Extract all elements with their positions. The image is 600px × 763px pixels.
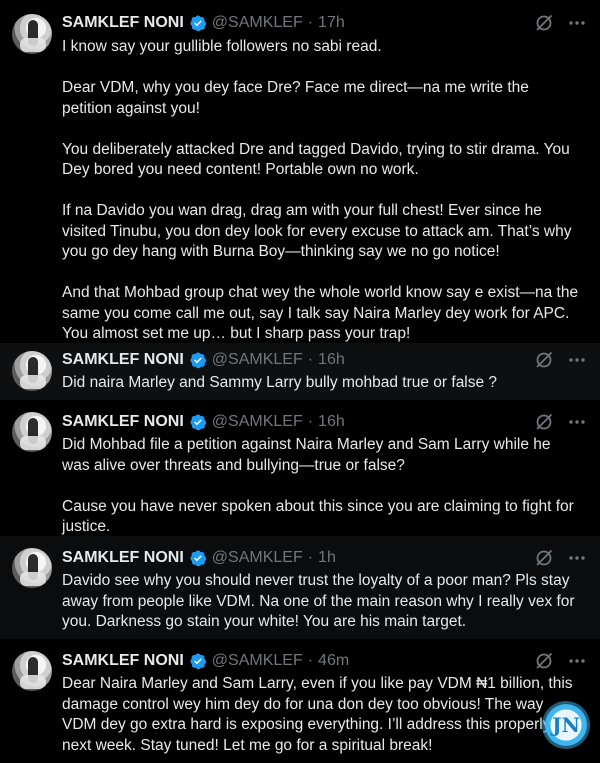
author-name[interactable]: SAMKLEF NONI — [62, 549, 184, 567]
tweet-paragraph: You deliberately attacked Dre and tagged… — [62, 140, 570, 179]
verified-badge-icon — [190, 352, 207, 369]
separator-dot: · — [307, 14, 314, 31]
verified-badge-icon — [190, 550, 207, 567]
grok-icon[interactable] — [534, 350, 554, 370]
verified-badge-icon — [190, 414, 207, 431]
author-handle[interactable]: @SAMKLEF — [212, 351, 303, 369]
tweet-text: Davido see why you should never trust th… — [62, 571, 580, 633]
separator-dot: · — [307, 652, 314, 669]
author-name[interactable]: SAMKLEF NONI — [62, 351, 184, 369]
tweet-header: SAMKLEF NONI @SAMKLEF · 1h — [62, 548, 336, 568]
tweet-time[interactable]: 16h — [318, 413, 345, 431]
author-name[interactable]: SAMKLEF NONI — [62, 652, 184, 670]
author-handle[interactable]: @SAMKLEF — [212, 413, 303, 431]
avatar[interactable] — [12, 412, 52, 452]
tweet[interactable]: SAMKLEF NONI @SAMKLEF · 1h Davido see wh… — [0, 536, 600, 639]
author-handle[interactable]: @SAMKLEF — [212, 549, 303, 567]
tweet-paragraph: Did Mohbad file a petition against Naira… — [62, 436, 551, 474]
more-icon[interactable] — [568, 412, 586, 432]
tweet[interactable]: SAMKLEF NONI @SAMKLEF · 46m Dear Naira M… — [0, 639, 600, 763]
tweet-paragraph: Dear Naira Marley and Sam Larry, even if… — [62, 675, 573, 754]
more-icon[interactable] — [568, 350, 586, 370]
tweet[interactable]: SAMKLEF NONI @SAMKLEF · 17h I know say y… — [0, 0, 600, 343]
watermark-logo: JN — [545, 704, 587, 746]
verified-badge-icon — [190, 15, 207, 32]
avatar[interactable] — [12, 651, 52, 691]
grok-icon[interactable] — [534, 548, 554, 568]
tweet-time[interactable]: 16h — [318, 351, 345, 369]
author-name[interactable]: SAMKLEF NONI — [62, 14, 184, 32]
tweet-paragraph: Did naira Marley and Sammy Larry bully m… — [62, 374, 498, 391]
tweet[interactable]: SAMKLEF NONI @SAMKLEF · 16h Did Mohbad f… — [0, 400, 600, 536]
tweet-paragraph: I know say your gullible followers no sa… — [62, 38, 382, 55]
more-icon[interactable] — [568, 13, 586, 33]
tweet-header: SAMKLEF NONI @SAMKLEF · 17h — [62, 13, 345, 33]
tweet-time[interactable]: 1h — [318, 549, 336, 567]
avatar[interactable] — [12, 351, 52, 391]
tweet-paragraph: And that Mohbad group chat wey the whole… — [62, 284, 579, 342]
tweet-text: Dear Naira Marley and Sam Larry, even if… — [62, 674, 580, 756]
tweet-text: Did naira Marley and Sammy Larry bully m… — [62, 373, 580, 394]
tweet-header: SAMKLEF NONI @SAMKLEF · 46m — [62, 651, 349, 671]
tweet-paragraph: Davido see why you should never trust th… — [62, 572, 575, 630]
more-icon[interactable] — [568, 651, 586, 671]
tweet-header: SAMKLEF NONI @SAMKLEF · 16h — [62, 412, 345, 432]
more-icon[interactable] — [568, 548, 586, 568]
separator-dot: · — [307, 413, 314, 430]
tweet-time[interactable]: 46m — [318, 652, 349, 670]
tweet[interactable]: SAMKLEF NONI @SAMKLEF · 16h Did naira Ma… — [0, 343, 600, 400]
tweet-time[interactable]: 17h — [318, 14, 345, 32]
tweet-text: Did Mohbad file a petition against Naira… — [62, 435, 580, 538]
tweet-header: SAMKLEF NONI @SAMKLEF · 16h — [62, 350, 345, 370]
author-handle[interactable]: @SAMKLEF — [212, 14, 303, 32]
tweet-paragraph: If na Davido you wan drag, drag am with … — [62, 202, 572, 260]
grok-icon[interactable] — [534, 651, 554, 671]
separator-dot: · — [307, 549, 314, 566]
avatar[interactable] — [12, 14, 52, 54]
grok-icon[interactable] — [534, 13, 554, 33]
author-handle[interactable]: @SAMKLEF — [212, 652, 303, 670]
tweet-paragraph: Dear VDM, why you dey face Dre? Face me … — [62, 79, 529, 117]
author-name[interactable]: SAMKLEF NONI — [62, 413, 184, 431]
avatar[interactable] — [12, 548, 52, 588]
tweet-text: I know say your gullible followers no sa… — [62, 37, 580, 345]
watermark-text: JN — [552, 713, 580, 737]
separator-dot: · — [307, 351, 314, 368]
grok-icon[interactable] — [534, 412, 554, 432]
tweet-paragraph: Cause you have never spoken about this s… — [62, 497, 574, 536]
verified-badge-icon — [190, 653, 207, 670]
